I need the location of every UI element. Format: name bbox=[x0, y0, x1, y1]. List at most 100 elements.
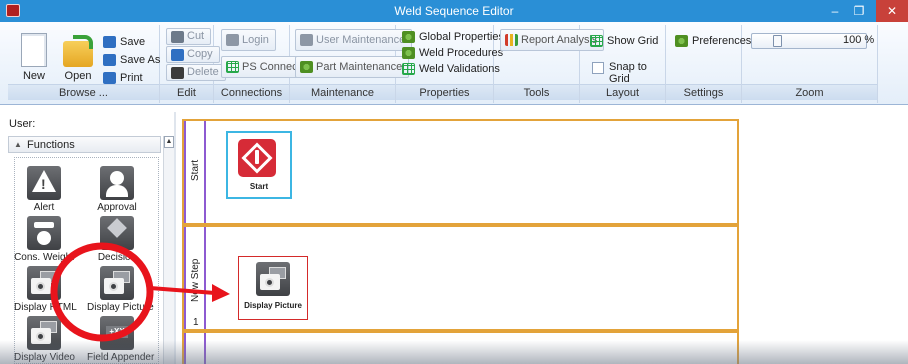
group-layout: Show Grid Snap to Grid Layout bbox=[580, 25, 666, 103]
group-settings: Preferences Settings bbox=[666, 25, 751, 103]
window-title: Weld Sequence Editor bbox=[394, 4, 514, 18]
decision-icon bbox=[100, 216, 134, 250]
global-properties-gear-icon bbox=[402, 31, 415, 43]
tool-decision[interactable]: Decision bbox=[87, 216, 147, 263]
print-icon bbox=[103, 72, 116, 84]
preferences-gear-icon bbox=[675, 35, 688, 47]
group-tools: Report Analysis Tools bbox=[494, 25, 605, 103]
functions-toolbox: Alert Approval Cons. Weight Decision Dis… bbox=[14, 157, 159, 364]
global-properties-button[interactable]: Global Properties bbox=[402, 29, 504, 45]
ribbon: New Open Save Save As Print Browse ... C… bbox=[0, 22, 908, 105]
tool-label: Display Picture bbox=[87, 302, 154, 313]
lane-header[interactable] bbox=[184, 333, 206, 364]
zoom-slider-thumb[interactable] bbox=[773, 35, 782, 47]
weld-procedures-button[interactable]: Weld Procedures bbox=[402, 45, 503, 61]
display-picture-node[interactable]: Display Picture bbox=[238, 256, 308, 320]
group-edit: Cut Copy Delete Edit bbox=[160, 25, 226, 103]
display-html-icon bbox=[27, 266, 61, 300]
start-icon bbox=[238, 139, 276, 177]
functions-panel: User: ▲ Functions ▲ Alert Approval Cons.… bbox=[6, 112, 174, 364]
sequence-canvas[interactable]: Start Start New Step 1 Display Picture bbox=[176, 112, 908, 364]
functions-scrollbar[interactable]: ▲ bbox=[163, 136, 174, 364]
cut-button[interactable]: Cut bbox=[166, 28, 212, 45]
minimize-button[interactable]: – bbox=[822, 0, 848, 22]
save-as-button[interactable]: Save As bbox=[103, 52, 160, 68]
settings-group-label: Settings bbox=[666, 84, 741, 100]
tool-cons-weight[interactable]: Cons. Weight bbox=[14, 216, 74, 263]
open-label: Open bbox=[64, 70, 92, 82]
save-as-label: Save As bbox=[120, 54, 161, 66]
zoom-group-label: Zoom bbox=[742, 84, 877, 100]
tool-display-picture[interactable]: Display Picture bbox=[87, 266, 154, 313]
start-node[interactable]: Start bbox=[226, 131, 292, 199]
user-label: User: bbox=[9, 118, 36, 130]
weld-procedures-label: Weld Procedures bbox=[419, 47, 504, 59]
save-as-icon bbox=[103, 54, 116, 66]
tool-label: Decision bbox=[97, 252, 137, 263]
tool-approval[interactable]: Approval bbox=[87, 166, 147, 213]
login-button[interactable]: Login bbox=[221, 29, 276, 51]
field-appender-icon: +XX bbox=[100, 316, 134, 350]
save-button[interactable]: Save bbox=[103, 34, 145, 50]
close-button[interactable]: ✕ bbox=[876, 0, 908, 22]
user-maintenance-icon bbox=[300, 34, 313, 46]
group-browse: New Open Save Save As Print Browse ... bbox=[8, 25, 160, 103]
tool-label: Alert bbox=[33, 202, 55, 213]
copy-button[interactable]: Copy bbox=[166, 46, 220, 63]
tool-display-html[interactable]: Display HTML bbox=[14, 266, 77, 313]
lane-title: Start bbox=[190, 159, 201, 181]
functions-header[interactable]: ▲ Functions bbox=[8, 136, 161, 153]
login-label: Login bbox=[242, 34, 269, 46]
show-grid-icon bbox=[590, 35, 603, 47]
print-label: Print bbox=[120, 72, 143, 84]
save-icon bbox=[103, 36, 116, 48]
show-grid-button[interactable]: Show Grid bbox=[590, 33, 658, 49]
layout-group-label: Layout bbox=[580, 84, 665, 100]
display-video-icon bbox=[27, 316, 61, 350]
scroll-up-icon[interactable]: ▲ bbox=[164, 136, 174, 148]
lane-new-step[interactable]: New Step 1 Display Picture bbox=[182, 225, 739, 331]
collapse-triangle-icon: ▲ bbox=[14, 140, 22, 149]
connections-group-label: Connections bbox=[214, 84, 289, 100]
lane-header[interactable]: New Step 1 bbox=[184, 227, 206, 329]
lane-number: 1 bbox=[193, 317, 199, 328]
cut-label: Cut bbox=[187, 30, 205, 42]
part-maintenance-button[interactable]: Part Maintenance bbox=[295, 56, 410, 78]
properties-group-label: Properties bbox=[396, 84, 493, 100]
tool-label: Field Appender bbox=[87, 352, 155, 363]
display-picture-icon bbox=[100, 266, 134, 300]
approval-worker-icon bbox=[100, 166, 134, 200]
copy-icon bbox=[171, 49, 184, 61]
new-label: New bbox=[22, 70, 45, 82]
global-properties-label: Global Properties bbox=[419, 31, 504, 43]
group-zoom: 100 % Zoom bbox=[742, 25, 878, 103]
tool-display-video[interactable]: Display Video bbox=[14, 316, 75, 363]
tool-field-appender[interactable]: +XX Field Appender bbox=[87, 316, 154, 363]
tool-label: Cons. Weight bbox=[14, 252, 74, 263]
lane-header[interactable]: Start bbox=[184, 121, 206, 223]
tool-label: Display Video bbox=[14, 352, 75, 363]
maximize-button[interactable]: ❐ bbox=[846, 0, 872, 22]
lane-next[interactable] bbox=[182, 331, 739, 364]
display-picture-node-icon bbox=[256, 262, 290, 296]
weld-validations-button[interactable]: Weld Validations bbox=[402, 61, 500, 77]
snap-to-grid-checkbox[interactable] bbox=[592, 62, 604, 74]
preferences-button[interactable]: Preferences bbox=[675, 33, 751, 49]
part-maintenance-gear-icon bbox=[300, 61, 313, 73]
open-button[interactable]: Open bbox=[60, 33, 96, 82]
save-label: Save bbox=[120, 36, 146, 48]
start-node-label: Start bbox=[249, 182, 269, 191]
lane-start[interactable]: Start Start bbox=[182, 119, 739, 225]
tool-alert[interactable]: Alert bbox=[14, 166, 74, 213]
zoom-value: 100 % bbox=[843, 34, 875, 46]
edit-group-label: Edit bbox=[160, 84, 213, 100]
browse-group-label[interactable]: Browse ... bbox=[8, 84, 159, 100]
new-document-icon bbox=[21, 33, 47, 67]
new-button[interactable]: New bbox=[16, 33, 52, 82]
scissors-icon bbox=[171, 31, 184, 43]
user-maintenance-button[interactable]: User Maintenance bbox=[295, 29, 413, 51]
weld-validations-label: Weld Validations bbox=[419, 63, 500, 75]
alert-icon bbox=[27, 166, 61, 200]
group-connections: Login PS Connect Connections bbox=[214, 25, 308, 103]
copy-label: Copy bbox=[187, 48, 213, 60]
